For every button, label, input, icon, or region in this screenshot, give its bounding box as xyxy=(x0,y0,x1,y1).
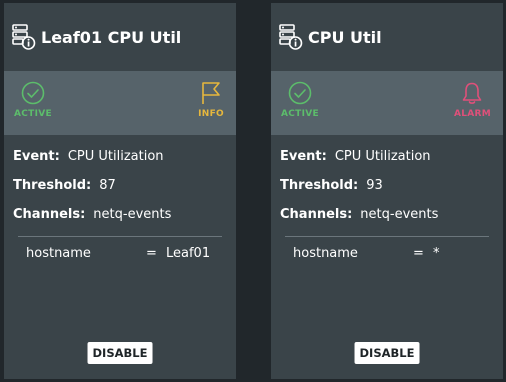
rule-card: CPU Util ACTIVE ALARM Event: CPU Utilizat… xyxy=(271,3,503,379)
status-bar: ACTIVE INFO xyxy=(4,71,236,135)
detail-value: CPU Utilization xyxy=(334,149,431,164)
detail-key: Channels: xyxy=(13,207,86,222)
status-active: ACTIVE xyxy=(14,81,52,119)
severity-alarm: ALARM xyxy=(454,81,491,119)
filter-operator: = xyxy=(413,246,424,261)
check-circle-icon xyxy=(288,81,312,105)
severity-label: INFO xyxy=(198,109,224,119)
filter-key: hostname xyxy=(293,246,358,261)
filter-operator: = xyxy=(146,246,157,261)
card-header: Leaf01 CPU Util xyxy=(4,3,236,71)
detail-key: Threshold: xyxy=(13,178,92,193)
disable-button[interactable]: DISABLE xyxy=(87,342,153,364)
detail-value: 87 xyxy=(99,178,116,193)
filter-row: hostname = * xyxy=(271,237,503,261)
card-title: Leaf01 CPU Util xyxy=(41,27,182,47)
filter-key: hostname xyxy=(26,246,91,261)
detail-event: Event: CPU Utilization xyxy=(13,149,236,178)
detail-key: Event: xyxy=(13,149,60,164)
detail-key: Threshold: xyxy=(280,178,359,193)
server-info-icon xyxy=(12,24,36,50)
rule-details: Event: CPU Utilization Threshold: 87 Chann… xyxy=(4,135,236,236)
rule-details: Event: CPU Utilization Threshold: 93 Chann… xyxy=(271,135,503,236)
detail-key: Channels: xyxy=(280,207,353,222)
detail-value: CPU Utilization xyxy=(67,149,164,164)
bell-icon xyxy=(463,82,482,104)
filter-value: Leaf01 xyxy=(166,246,211,261)
filter-value: * xyxy=(433,246,440,261)
status-active: ACTIVE xyxy=(281,81,319,119)
detail-threshold: Threshold: 93 xyxy=(280,178,503,207)
status-label: ACTIVE xyxy=(14,109,52,119)
server-info-icon xyxy=(279,24,303,50)
detail-channels: Channels: netq-events xyxy=(13,207,236,236)
severity-label: ALARM xyxy=(453,109,491,119)
detail-threshold: Threshold: 87 xyxy=(13,178,236,207)
detail-key: Event: xyxy=(280,149,327,164)
detail-value: netq-events xyxy=(360,207,439,222)
rule-card: Leaf01 CPU Util ACTIVE INFO Event: CPU Ut… xyxy=(4,3,236,379)
detail-channels: Channels: netq-events xyxy=(280,207,503,236)
detail-value: 93 xyxy=(366,178,383,193)
check-circle-icon xyxy=(21,81,45,105)
card-title: CPU Util xyxy=(308,27,382,47)
detail-event: Event: CPU Utilization xyxy=(280,149,503,178)
disable-button[interactable]: DISABLE xyxy=(354,342,420,364)
severity-info: INFO xyxy=(198,81,224,119)
status-bar: ACTIVE ALARM xyxy=(271,71,503,135)
flag-icon xyxy=(202,82,220,104)
filter-row: hostname = Leaf01 xyxy=(4,237,236,261)
detail-value: netq-events xyxy=(93,207,172,222)
status-label: ACTIVE xyxy=(281,109,319,119)
card-header: CPU Util xyxy=(271,3,503,71)
